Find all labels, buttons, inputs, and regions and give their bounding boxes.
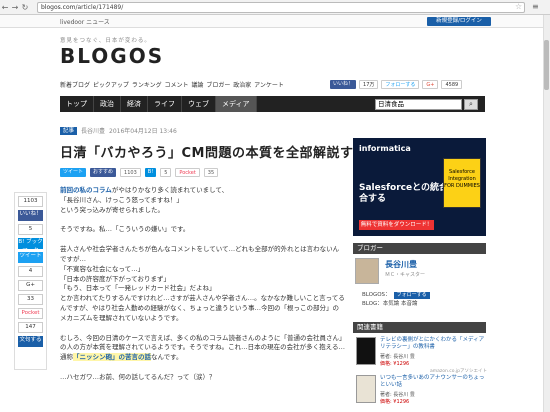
reload-icon[interactable]: ↻ [20,3,30,12]
blogger-name[interactable]: 長谷川豊 [385,259,417,270]
nav-politics[interactable]: 政治 [94,96,121,112]
book-cover [356,375,376,403]
book-price: 価格: ¥1296 [380,361,410,367]
text: という突っ込みが寄せられました。 [60,205,164,214]
search-icon[interactable]: ⌕ [464,99,478,110]
signup-login-button[interactable]: 新規登録/ログイン [427,17,491,26]
book-title[interactable]: テレビの裏側がとにかくわかる「メディアリテラシー」の教科書 [380,337,486,351]
paragraph: …ハセガワ…お前、何の話してるんだ？って（涙）？ [60,372,216,381]
nav-media[interactable]: メディア [216,96,257,112]
nav-economy[interactable]: 経済 [121,96,148,112]
article-share-row: ツイート おすすめ 1103 B! 5 Pocket 35 [60,168,219,177]
article-date: 2016年04月12日 13:46 [109,128,177,135]
article-body: 前回の私のコラムがやはりかなり多く読まれていまして、 「長谷川さん、けっこう怒って… [60,186,345,393]
comment-button[interactable]: 文句する [18,336,43,347]
gplus-count-side: 33 [18,294,43,305]
book-title[interactable]: いつも一言多いあのアナウンサーのちょっといい話 [380,375,486,389]
gplus-button-side[interactable]: G+ [18,280,43,291]
text: とか言われてたりするんですけれど…さすが芸人さんや学者さん…。なかなか難しいこと… [60,294,345,322]
book-item[interactable]: いつも一言多いあのアナウンサーのちょっといい話 著者: 長谷川 豊 価格: ¥1… [356,375,486,411]
blogos-label: BLOGOS： [362,292,391,298]
site-logo[interactable]: BLOGOS [60,44,164,68]
text: 「長谷川さん、けっこう怒ってますね！」 [60,195,183,204]
hatena-count: 5 [160,168,172,177]
paragraph: むしろ、今回の日清のケースで言えば、多くの私のコラム読者さんのように「普通の会社… [60,334,345,363]
fb-like-button[interactable]: いいね！ [330,80,357,89]
paragraph: 芸人さんや社会学者さんたちが色んなコメントをしていて…どれも全部が的外れとは言わ… [60,245,345,323]
previous-column-link[interactable]: 前回の私のコラム [60,186,112,194]
hatena-button[interactable]: B! [144,168,157,177]
gplus-count: 4589 [441,80,463,89]
book-price: 価格: ¥1296 [380,399,410,405]
pocket-count: 35 [203,168,219,177]
article-badge: 記事 [60,126,78,135]
hatena-count-side: 5 [18,224,43,235]
article-author[interactable]: 長谷川豊 [81,126,105,135]
text: 「もう、日本って「一発レッドカード社会」だよね」 [60,284,216,293]
tweet-button[interactable]: ツイート [60,168,87,177]
header-social: いいね！ 17万 フォローする G+ 4589 [330,80,463,89]
blogger-section-header: ブロガー [353,243,486,254]
article-title: 日清「バカやろう」CM問題の本質を全部解説する！ [60,146,381,161]
scrollbar-thumb[interactable] [544,40,549,90]
search-input[interactable]: 日清食品 [375,99,462,110]
article-meta: 記事 長谷川豊 2016年04月12日 13:46 [60,126,177,135]
text: 「不寛容な社会になって…」 [60,264,145,273]
pocket-button[interactable]: Pocket [175,168,200,177]
highlight-link[interactable]: 「ニッシン砲」の苦言の話 [73,353,151,362]
tweet-count-side: 4 [18,266,43,277]
menu-icon[interactable]: ≡ [532,2,539,11]
floating-share-bar: 1103 いいね！ 5 B! ブックマーク ツイート 4 G+ 33 Pocke… [14,192,47,370]
sidebar-ad[interactable]: informatica Salesforceとの統合 こう統合する Salesf… [353,138,486,236]
nav-top[interactable]: トップ [60,96,94,112]
blogger-avatar[interactable] [355,258,379,284]
star-icon[interactable]: ☆ [515,2,522,11]
sub-navigation[interactable]: 新着ブログ ピックアップ ランキング コメント 議論 ブロガー 政治家 アンケー… [60,80,284,89]
paragraph: 前回の私のコラムがやはりかなり多く読まれていまして、 「長谷川さん、けっこう怒って… [60,186,345,215]
book-author: 著者: 長谷川 豊 [380,392,415,398]
blog-label[interactable]: BLOG：本気論 本音論 [362,301,417,307]
blogger-role: ＭＣ・キャスター [385,272,426,278]
fb-count: 1103 [120,168,141,177]
fb-share-count: 1103 [18,196,43,207]
address-bar[interactable]: blogos.com/article/171489/ [37,2,525,13]
nav-life[interactable]: ライフ [148,96,182,112]
site-tagline: 意見をつなぐ、日本が変わる。 [60,38,151,44]
books-section-header: 関連書籍 [353,322,486,333]
fb-like-button-side[interactable]: いいね！ [18,210,43,221]
text: 「日本の許容度が下がっておりまず」 [60,274,170,283]
nav-web[interactable]: ウェブ [182,96,216,112]
follow-button[interactable]: フォローする [393,292,430,299]
pocket-count-side: 147 [18,322,43,333]
livedoor-news-link[interactable]: livedoor ニュース [60,17,110,26]
text: がやはりかなり多く読まれていまして、 [111,186,229,194]
ad-book-image: Salesforce Integration FOR DUMMIES [443,158,481,208]
book-author: 著者: 長谷川 豊 [380,354,415,360]
book-cover [356,337,376,365]
ad-cta-button[interactable]: 無料で資料をダウンロード！ [359,220,434,230]
ad-logo: informatica [359,144,411,153]
twitter-follow-button[interactable]: フォローする [381,80,420,89]
text: 芸人さんや社会学者さんたちが色んなコメントをしていて…どれも全部が的外れとは言わ… [60,245,340,263]
url-host: blogos.com [41,4,76,11]
amazon-associate: amazon.co.jpアソシエイト [430,369,487,374]
url-path: /article/171489/ [75,4,124,11]
paragraph: そうですね。私…「こういうの嫌い」です。 [60,225,190,234]
pocket-button-side[interactable]: Pocket [18,308,43,319]
fb-recommend-button[interactable]: おすすめ [90,168,117,177]
gplus-button[interactable]: G+ [422,80,439,89]
arrow-right-icon[interactable]: → [10,3,20,12]
tweet-button-side[interactable]: ツイート [18,252,43,263]
hatena-bookmark-button[interactable]: B! ブックマーク [18,238,43,254]
arrow-left-icon[interactable]: ← [0,3,10,12]
blogger-links: BLOGOS： フォローする BLOG：本気論 本音論 [362,291,430,309]
text: なんです。 [151,353,183,362]
fb-like-count: 17万 [359,80,379,89]
site-topbar: livedoor ニュース 新規登録/ログイン [0,15,550,28]
